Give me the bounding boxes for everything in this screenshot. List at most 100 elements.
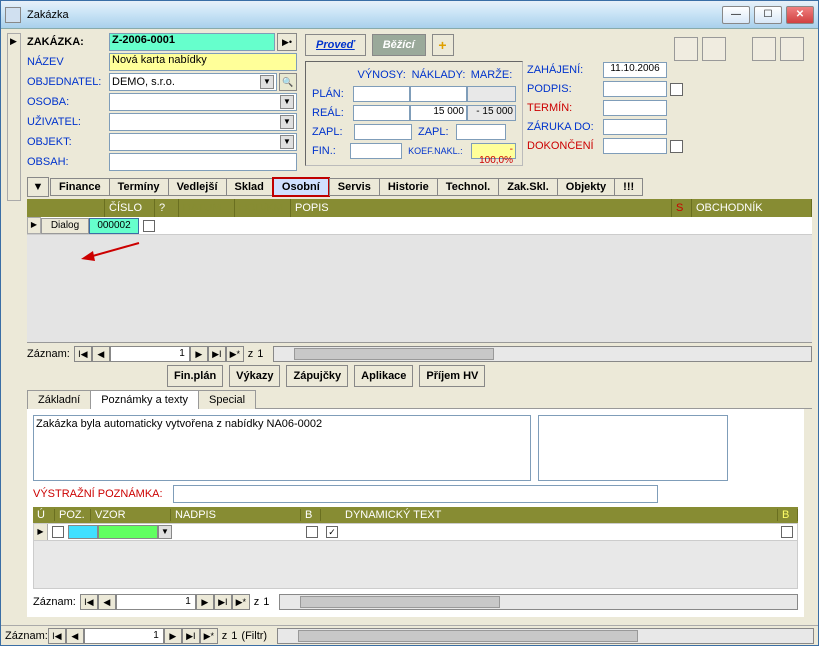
chevron-down-icon[interactable]: ▼: [260, 75, 274, 89]
nav-total: 1: [257, 348, 263, 360]
tab-historie[interactable]: Historie: [379, 178, 438, 196]
minimize-button[interactable]: —: [722, 6, 750, 24]
row-check[interactable]: [143, 220, 155, 232]
nav-prev[interactable]: ◀: [92, 346, 110, 362]
nav3-first[interactable]: I◀: [48, 628, 66, 644]
termin-value[interactable]: [603, 100, 667, 116]
zapl-val: [456, 124, 506, 140]
close-button[interactable]: ✕: [786, 6, 814, 24]
tab-objekty[interactable]: Objekty: [557, 178, 615, 196]
sub-check-b1[interactable]: [306, 526, 318, 538]
nav-current[interactable]: 1: [110, 346, 190, 362]
toolbar-icon-1[interactable]: [674, 37, 698, 61]
warn-label: VÝSTRAŽNÍ POZNÁMKA:: [33, 488, 173, 500]
nav3-prev[interactable]: ◀: [66, 628, 84, 644]
nav2-new[interactable]: ▶*: [232, 594, 250, 610]
nav3-current[interactable]: 1: [84, 628, 164, 644]
tab-terminy[interactable]: Termíny: [109, 178, 169, 196]
objednatel-select[interactable]: DEMO, s.r.o.▼: [109, 73, 277, 91]
sub-check-b2[interactable]: [326, 526, 338, 538]
chevron-down-icon[interactable]: ▼: [280, 135, 294, 149]
tab-alert[interactable]: !!!: [614, 178, 643, 196]
h-scrollbar[interactable]: [273, 346, 812, 362]
row-selector[interactable]: ▶: [27, 217, 41, 234]
nav2-current[interactable]: 1: [116, 594, 196, 610]
warn-input[interactable]: [173, 485, 658, 503]
podpis-check[interactable]: [670, 83, 683, 96]
dokonceni-value[interactable]: [603, 138, 667, 154]
tab-finance[interactable]: Finance: [50, 178, 110, 196]
filter-icon[interactable]: ▼: [27, 177, 49, 197]
vzor-dropdown[interactable]: ▼: [158, 525, 172, 539]
memo-side[interactable]: [538, 415, 728, 481]
record-nav-window: Záznam: I◀ ◀ 1 ▶ ▶I ▶* z 1 (Filtr): [1, 625, 818, 645]
window-title: Zakázka: [27, 9, 722, 21]
dialog-cell[interactable]: Dialog: [41, 218, 89, 234]
plan-naklady: [410, 86, 467, 102]
uzivatel-label: UŽIVATEL:: [27, 116, 109, 128]
next-order-button[interactable]: ▶•: [277, 33, 297, 51]
dokonceni-check[interactable]: [670, 140, 683, 153]
sub-check-b3[interactable]: [781, 526, 793, 538]
zakazka-value[interactable]: Z-2006-0001: [109, 33, 275, 51]
vykazy-button[interactable]: Výkazy: [229, 365, 280, 387]
toolbar-icon-2[interactable]: [702, 37, 726, 61]
record-selector[interactable]: [7, 33, 21, 201]
zaruka-value[interactable]: [603, 119, 667, 135]
nav-first[interactable]: I◀: [74, 346, 92, 362]
maximize-button[interactable]: ☐: [754, 6, 782, 24]
tab-osobni[interactable]: Osobní: [272, 177, 330, 197]
osoba-select[interactable]: ▼: [109, 93, 297, 111]
nav-next[interactable]: ▶: [190, 346, 208, 362]
nav2-prev[interactable]: ◀: [98, 594, 116, 610]
zapl2-label: ZAPL:: [418, 126, 456, 138]
finplan-button[interactable]: Fin.plán: [167, 365, 223, 387]
sub-check-u[interactable]: [52, 526, 64, 538]
nav3-new[interactable]: ▶*: [200, 628, 218, 644]
vzor-swatch[interactable]: [98, 525, 158, 539]
nav3-last[interactable]: ▶I: [182, 628, 200, 644]
memo-text[interactable]: Zakázka byla automaticky vytvořena z nab…: [33, 415, 531, 481]
tab-servis[interactable]: Servis: [329, 178, 380, 196]
lowtab-special[interactable]: Special: [198, 390, 256, 409]
podpis-value[interactable]: [603, 81, 667, 97]
nav-new[interactable]: ▶*: [226, 346, 244, 362]
obsah-input[interactable]: [109, 153, 297, 171]
tab-zakskl[interactable]: Zak.Skl.: [498, 178, 558, 196]
uzivatel-select[interactable]: ▼: [109, 113, 297, 131]
tab-sklad[interactable]: Sklad: [226, 178, 273, 196]
objednatel-lookup-button[interactable]: 🔍: [279, 73, 297, 91]
nav-last[interactable]: ▶I: [208, 346, 226, 362]
nav2-first[interactable]: I◀: [80, 594, 98, 610]
proved-button[interactable]: Proveď: [305, 34, 366, 56]
bezici-button[interactable]: Běžící: [372, 34, 426, 56]
chevron-down-icon[interactable]: ▼: [280, 95, 294, 109]
zahajeni-value[interactable]: 11.10.2006: [603, 62, 667, 78]
h-scrollbar-2[interactable]: [279, 594, 798, 610]
nazev-input[interactable]: Nová karta nabídky: [109, 53, 297, 71]
objekt-select[interactable]: ▼: [109, 133, 297, 151]
add-button[interactable]: +: [432, 34, 454, 56]
prijemhv-button[interactable]: Příjem HV: [419, 365, 485, 387]
subgrid-row[interactable]: ▶ ▼: [33, 523, 798, 541]
nav2-next[interactable]: ▶: [196, 594, 214, 610]
grid-row[interactable]: ▶ Dialog 000002: [27, 217, 812, 235]
aplikace-button[interactable]: Aplikace: [354, 365, 413, 387]
h-scrollbar-3[interactable]: [277, 628, 814, 644]
zapujcky-button[interactable]: Zápujčky: [286, 365, 348, 387]
nav2-last[interactable]: ▶I: [214, 594, 232, 610]
tab-vedlejsi[interactable]: Vedlejší: [168, 178, 227, 196]
subrow-selector[interactable]: ▶: [34, 524, 48, 540]
lowtab-poznamky[interactable]: Poznámky a texty: [90, 390, 199, 409]
toolbar-icon-3[interactable]: [752, 37, 776, 61]
id-cell[interactable]: 000002: [89, 218, 139, 234]
app-icon: [5, 7, 21, 23]
tab-technol[interactable]: Technol.: [437, 178, 499, 196]
marze-header: MARŽE:: [467, 69, 516, 81]
poz-swatch[interactable]: [68, 525, 98, 539]
toolbar-icon-4[interactable]: [780, 37, 804, 61]
nav3-next[interactable]: ▶: [164, 628, 182, 644]
chevron-down-icon[interactable]: ▼: [280, 115, 294, 129]
lowtab-zakladni[interactable]: Základní: [27, 390, 91, 409]
subgrid-empty: [33, 541, 798, 589]
